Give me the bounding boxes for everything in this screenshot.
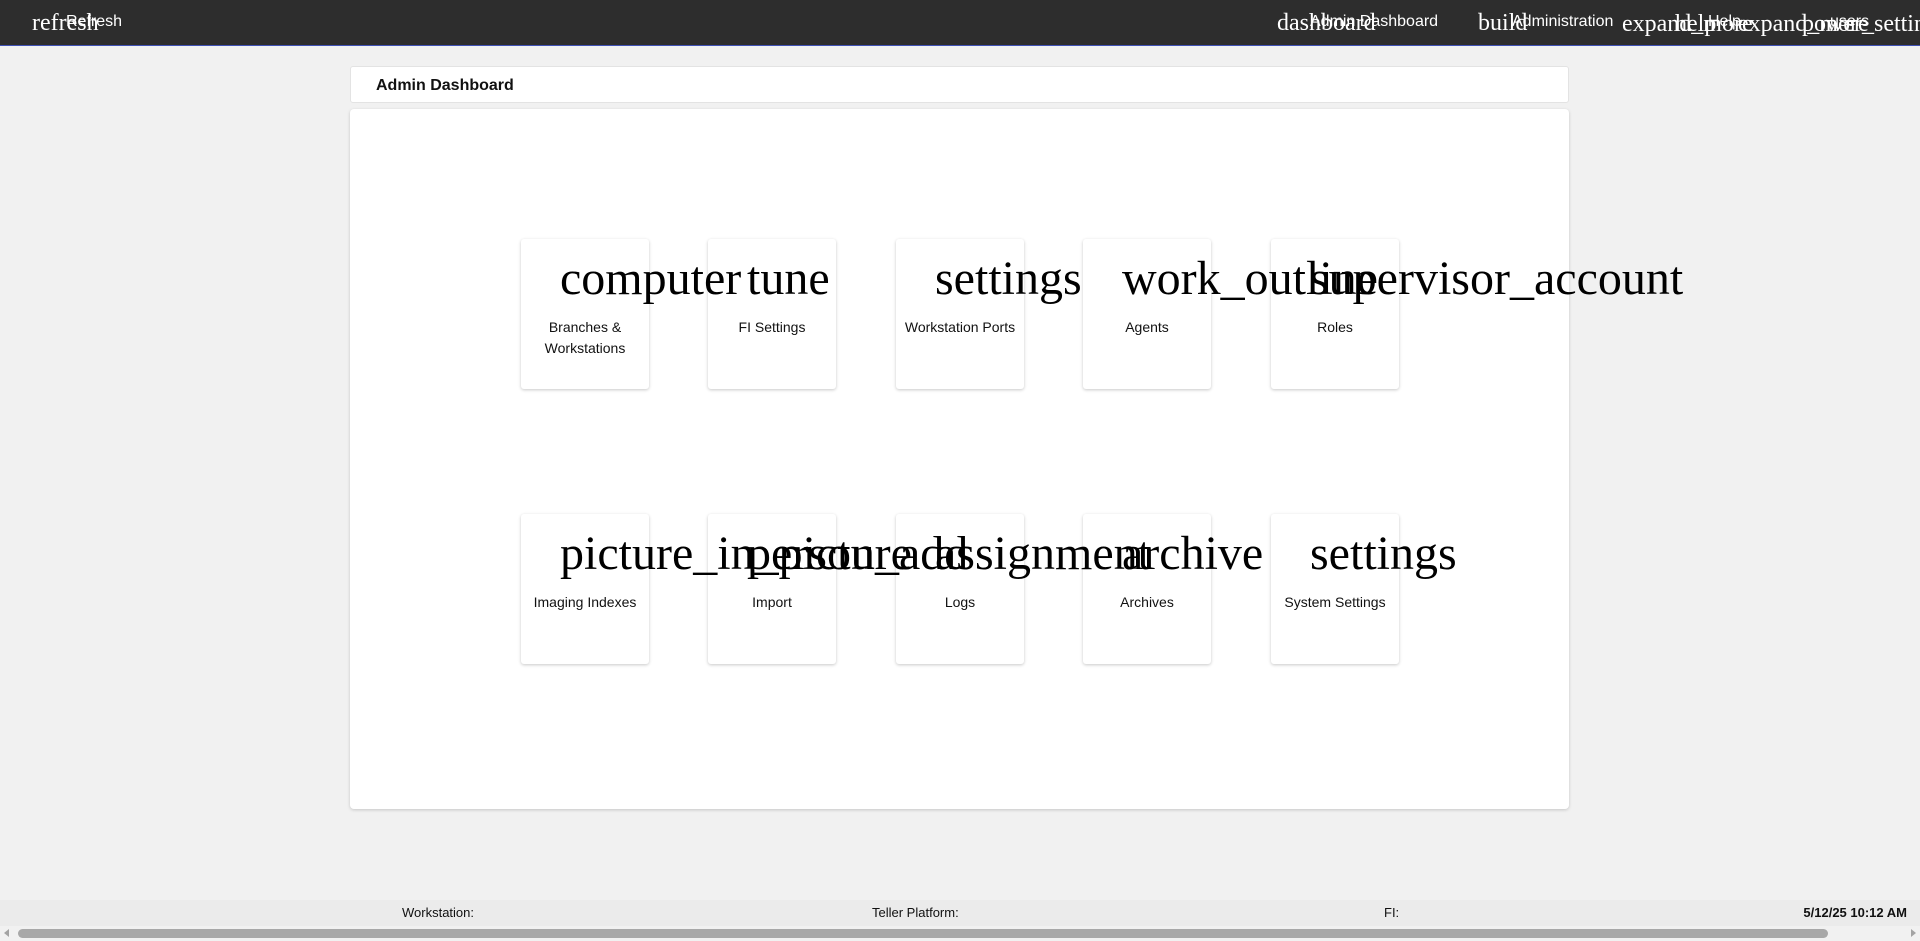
- tile-label: Roles: [1317, 319, 1353, 335]
- tile-branches-workstations[interactable]: computer Branches & Workstations: [521, 239, 741, 389]
- tune-icon: tune: [747, 252, 830, 305]
- tile-label: System Settings: [1284, 594, 1386, 610]
- tile-label: Agents: [1125, 319, 1169, 335]
- teller-platform-label: Teller Platform:: [872, 905, 959, 920]
- page-header-card: Admin Dashboard: [350, 66, 1569, 103]
- datetime-display: 5/12/25 10:12 AM: [1803, 905, 1907, 920]
- topbar-accent-line: [0, 45, 1920, 46]
- tile-label: FI Settings: [738, 319, 806, 335]
- tile-label: Branches & Workstations: [544, 319, 626, 356]
- horizontal-scrollbar[interactable]: [0, 926, 1920, 941]
- refresh-button-label[interactable]: Refresh: [66, 14, 122, 30]
- scroll-right-arrow-icon[interactable]: [1911, 929, 1916, 937]
- status-bar: Workstation: Teller Platform: FI: 5/12/2…: [0, 900, 1920, 926]
- tile-label: Archives: [1120, 594, 1174, 610]
- tile-imaging-indexes[interactable]: picture_in_picture Imaging Indexes: [521, 514, 912, 664]
- archive-icon: archive: [1122, 527, 1264, 580]
- active-tab-indicator: [1635, 45, 1920, 46]
- page-title: Admin Dashboard: [376, 77, 514, 94]
- tile-label: Workstation Ports: [904, 319, 1016, 335]
- computer-icon: computer: [560, 252, 742, 305]
- scroll-left-arrow-icon[interactable]: [4, 929, 9, 937]
- tile-label: Imaging Indexes: [533, 594, 637, 610]
- scrollbar-thumb[interactable]: [18, 929, 1828, 938]
- workstation-label: Workstation:: [402, 905, 475, 920]
- user-menu-label[interactable]: users: [1830, 14, 1869, 30]
- supervisor-account-icon: supervisor_account: [1310, 252, 1684, 305]
- help-nav-label[interactable]: Help: [1708, 14, 1741, 30]
- assignment-icon: assignment: [935, 527, 1151, 580]
- top-app-bar: refresh Refresh dashboard Admin Dashboar…: [0, 0, 1920, 46]
- tile-agents[interactable]: work_outline Agents: [1083, 239, 1378, 389]
- tile-system-settings[interactable]: settings System Settings: [1271, 514, 1457, 664]
- fi-label: FI:: [1384, 905, 1400, 920]
- tile-label: Import: [752, 594, 792, 610]
- settings-icon: settings: [1310, 527, 1457, 580]
- dashboard-panel: computer Branches & Workstations tune FI…: [350, 109, 1683, 809]
- settings-icon: settings: [935, 252, 1082, 305]
- administration-nav-label[interactable]: Administration: [1512, 14, 1613, 30]
- tile-label: Logs: [944, 594, 976, 610]
- tile-workstation-ports[interactable]: settings Workstation Ports: [896, 239, 1082, 389]
- admin-dashboard-nav-label[interactable]: Admin Dashboard: [1310, 14, 1438, 30]
